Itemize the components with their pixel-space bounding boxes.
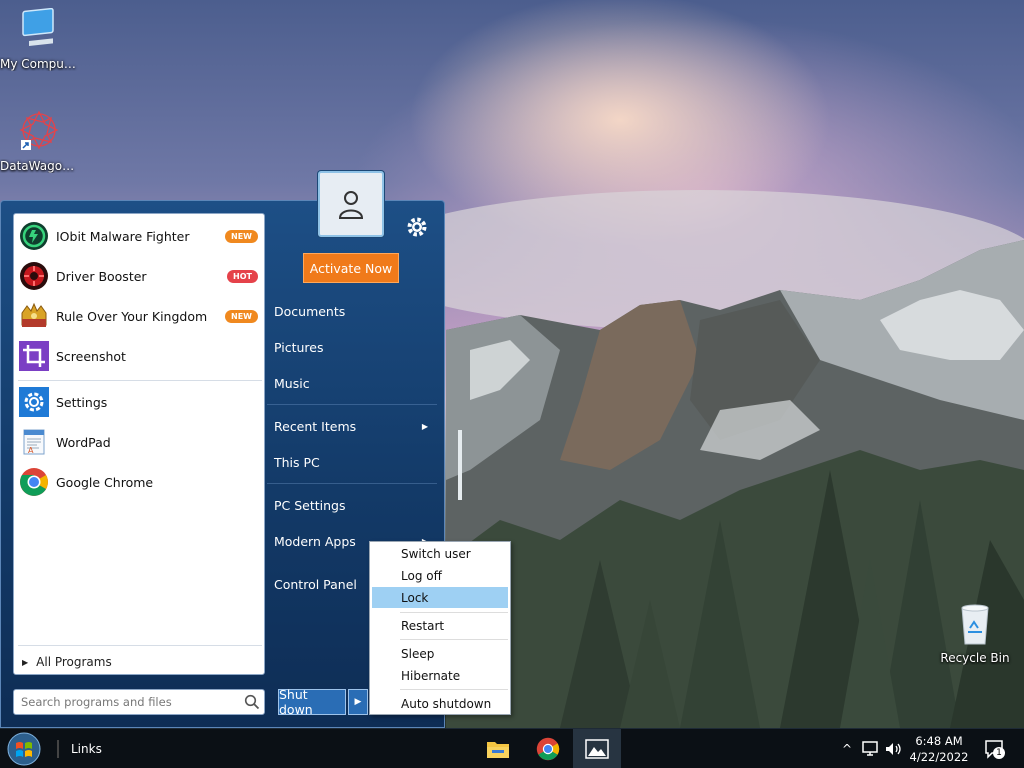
search-input[interactable] (21, 695, 240, 709)
shutdown-options-menu: Switch user Log off Lock Restart Sleep H… (369, 541, 511, 715)
desktop-icon-label: Recycle Bin (940, 651, 1010, 665)
notification-count-badge: 1 (993, 747, 1005, 759)
computer-icon (22, 7, 54, 46)
separator (400, 639, 508, 640)
svg-text:A: A (28, 446, 34, 455)
separator (400, 689, 508, 690)
triangle-right-icon: ▶ (22, 657, 29, 667)
separator (18, 380, 262, 381)
kingdom-game-icon (18, 300, 50, 332)
taskbar: Links ^ 6:48 AM 4/22/2022 1 (0, 728, 1024, 768)
menu-item-log-off[interactable]: Log off (372, 565, 508, 586)
taskbar-photos[interactable] (573, 729, 621, 768)
action-center-icon[interactable]: 1 (984, 738, 1006, 760)
desktop-icon-my-computer[interactable]: My Computer (0, 7, 78, 71)
desktop-icon-recycle-bin[interactable]: Recycle Bin (936, 602, 1014, 665)
menu-item-recent-items[interactable]: Recent Items ▶ (274, 415, 434, 437)
menu-item-this-pc[interactable]: This PC (274, 451, 434, 473)
clock-time: 6:48 AM (915, 734, 963, 748)
taskbar-chrome[interactable] (524, 729, 572, 768)
program-screenshot[interactable]: Screenshot (18, 338, 262, 374)
menu-item-restart[interactable]: Restart (372, 615, 508, 636)
windows-orb-icon (7, 732, 41, 766)
all-programs-button[interactable]: ▶ All Programs (18, 652, 262, 672)
menu-item-lock[interactable]: Lock (372, 587, 508, 608)
programs-pane: IObit Malware Fighter NEW Driver Booster… (13, 213, 265, 675)
volume-icon[interactable] (884, 740, 904, 758)
user-avatar[interactable] (318, 171, 384, 237)
search-icon[interactable] (240, 694, 264, 710)
menu-item-switch-user[interactable]: Switch user (372, 543, 508, 564)
new-badge: NEW (225, 309, 258, 323)
clock-date: 4/22/2022 (909, 750, 969, 764)
desktop-icon-label: DataWagon... (0, 159, 78, 173)
gear-icon (18, 386, 50, 418)
shutdown-options-button[interactable]: ▶ (348, 689, 368, 715)
network-icon[interactable] (860, 740, 880, 758)
user-icon (338, 191, 364, 219)
program-iobit-malware-fighter[interactable]: IObit Malware Fighter NEW (18, 218, 262, 254)
menu-item-pc-settings[interactable]: PC Settings (274, 494, 434, 516)
system-tray: ^ (838, 729, 904, 768)
separator (267, 404, 437, 405)
hot-badge: HOT (227, 269, 258, 283)
chrome-icon (18, 466, 50, 498)
activate-now-button[interactable]: Activate Now (303, 253, 399, 283)
chevron-up-icon[interactable]: ^ (838, 742, 856, 756)
links-toolbar[interactable]: Links (57, 740, 102, 758)
menu-item-documents[interactable]: Documents (274, 300, 434, 322)
program-google-chrome[interactable]: Google Chrome (18, 464, 262, 500)
menu-item-pictures[interactable]: Pictures (274, 336, 434, 358)
datawagon-shortcut-icon (19, 110, 59, 150)
photos-icon (585, 739, 609, 759)
program-wordpad[interactable]: A WordPad (18, 424, 262, 460)
separator (400, 612, 508, 613)
chevron-right-icon: ▶ (421, 421, 428, 431)
wordpad-icon: A (18, 426, 50, 458)
program-rule-over-your-kingdom[interactable]: Rule Over Your Kingdom NEW (18, 298, 262, 334)
shield-icon (18, 220, 50, 252)
file-explorer-icon (487, 742, 509, 758)
menu-item-hibernate[interactable]: Hibernate (372, 665, 508, 686)
settings-gear-icon[interactable] (405, 215, 429, 239)
menu-item-music[interactable]: Music (274, 372, 434, 394)
recycle-bin-icon (961, 604, 989, 645)
triangle-right-icon: ▶ (354, 697, 362, 707)
taskbar-file-explorer[interactable] (474, 729, 522, 768)
driver-booster-icon (18, 260, 50, 292)
new-badge: NEW (225, 229, 258, 243)
menu-item-sleep[interactable]: Sleep (372, 643, 508, 664)
program-settings[interactable]: Settings (18, 384, 262, 420)
system-clock[interactable]: 6:48 AM 4/22/2022 (908, 733, 970, 765)
separator (18, 645, 262, 646)
desktop-icon-label: My Computer (0, 57, 78, 71)
program-driver-booster[interactable]: Driver Booster HOT (18, 258, 262, 294)
search-box[interactable] (13, 689, 265, 715)
desktop-icon-datawagon[interactable]: DataWagon... (0, 106, 78, 173)
start-button[interactable] (4, 730, 44, 768)
menu-item-auto-shutdown[interactable]: Auto shutdown (372, 693, 508, 714)
separator (267, 483, 437, 484)
chrome-icon (536, 737, 560, 761)
crop-icon (18, 340, 50, 372)
shutdown-button[interactable]: Shut down (278, 687, 346, 717)
